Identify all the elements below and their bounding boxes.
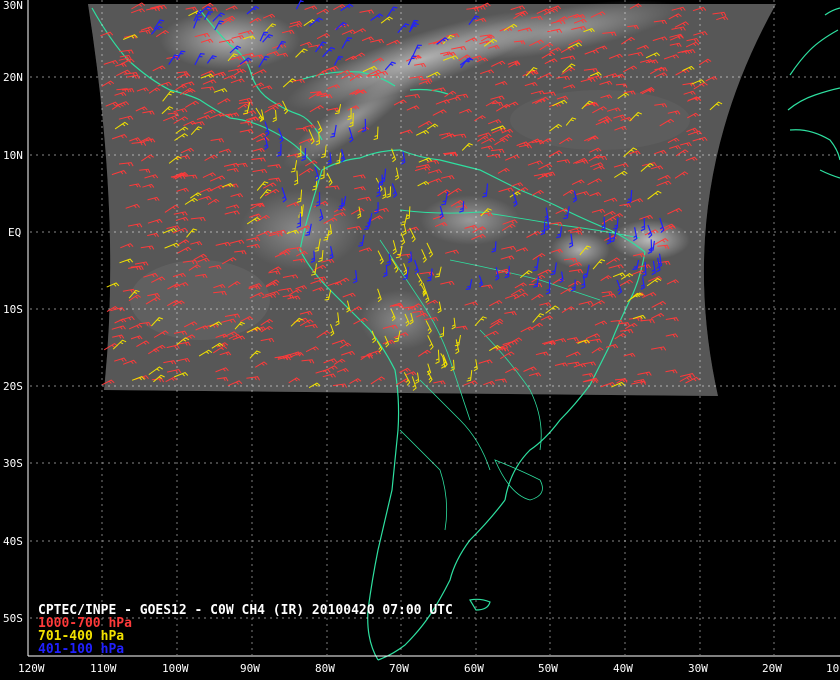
lon-label-40w: 40W	[613, 662, 633, 675]
lat-label-50s: 50S	[3, 612, 23, 625]
lat-label-10s: 10S	[3, 303, 23, 316]
lat-label-eq: EQ	[8, 226, 21, 239]
lon-label-70w: 70W	[389, 662, 409, 675]
lat-label-20n: 20N	[3, 71, 23, 84]
lat-label-40s: 40S	[3, 535, 23, 548]
lon-label-110w: 110W	[90, 662, 117, 675]
lat-label-30n: 30N	[3, 0, 23, 12]
lon-label-30w: 30W	[688, 662, 708, 675]
lon-label-80w: 80W	[315, 662, 335, 675]
lat-label-10n: 10N	[3, 149, 23, 162]
lat-label-20s: 20S	[3, 380, 23, 393]
lon-label-10: 10	[826, 662, 839, 675]
lon-label-60w: 60W	[464, 662, 484, 675]
legend-upper-level: 401-100 hPa	[38, 642, 125, 657]
lon-label-100w: 100W	[162, 662, 189, 675]
satellite-wind-map: 30N 20N 10N EQ 10S 20S 30S 40S 50S 120W …	[0, 0, 840, 680]
lon-label-50w: 50W	[538, 662, 558, 675]
lat-label-30s: 30S	[3, 457, 23, 470]
lon-label-120w: 120W	[18, 662, 45, 675]
lon-label-20w: 20W	[762, 662, 782, 675]
lon-label-90w: 90W	[240, 662, 260, 675]
